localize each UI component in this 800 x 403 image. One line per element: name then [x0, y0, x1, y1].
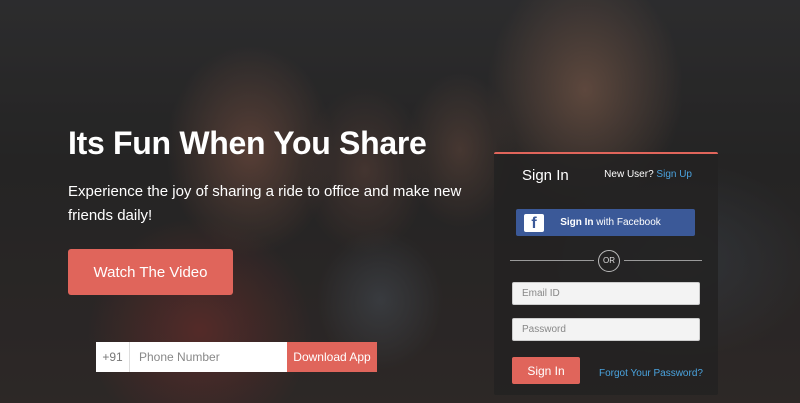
sign-in-button[interactable]: Sign In	[512, 357, 580, 384]
forgot-password-link[interactable]: Forgot Your Password?	[599, 368, 703, 379]
divider-right	[624, 260, 702, 261]
new-user-prompt: New User? Sign Up	[604, 169, 692, 180]
new-user-text: New User?	[604, 169, 654, 180]
country-code: +91	[96, 342, 130, 372]
facebook-sign-in-button[interactable]: f Sign In with Facebook	[516, 209, 695, 236]
phone-number-input[interactable]	[130, 342, 287, 372]
download-app-form: +91 Download App	[96, 342, 377, 372]
or-divider: OR	[598, 250, 620, 272]
email-field[interactable]	[512, 282, 700, 305]
password-field[interactable]	[512, 318, 700, 341]
download-app-button[interactable]: Download App	[287, 342, 377, 372]
sign-in-title: Sign In	[522, 167, 569, 184]
hero-subtitle: Experience the joy of sharing a ride to …	[68, 183, 462, 224]
facebook-button-label: Sign In with Facebook	[560, 217, 661, 228]
sign-in-panel: Sign In New User? Sign Up f Sign In with…	[494, 152, 718, 395]
facebook-icon: f	[524, 213, 544, 232]
watch-video-button[interactable]: Watch The Video	[68, 249, 233, 295]
divider-left	[510, 260, 594, 261]
hero-title: Its Fun When You Share	[68, 125, 427, 161]
sign-up-link[interactable]: Sign Up	[656, 169, 692, 180]
